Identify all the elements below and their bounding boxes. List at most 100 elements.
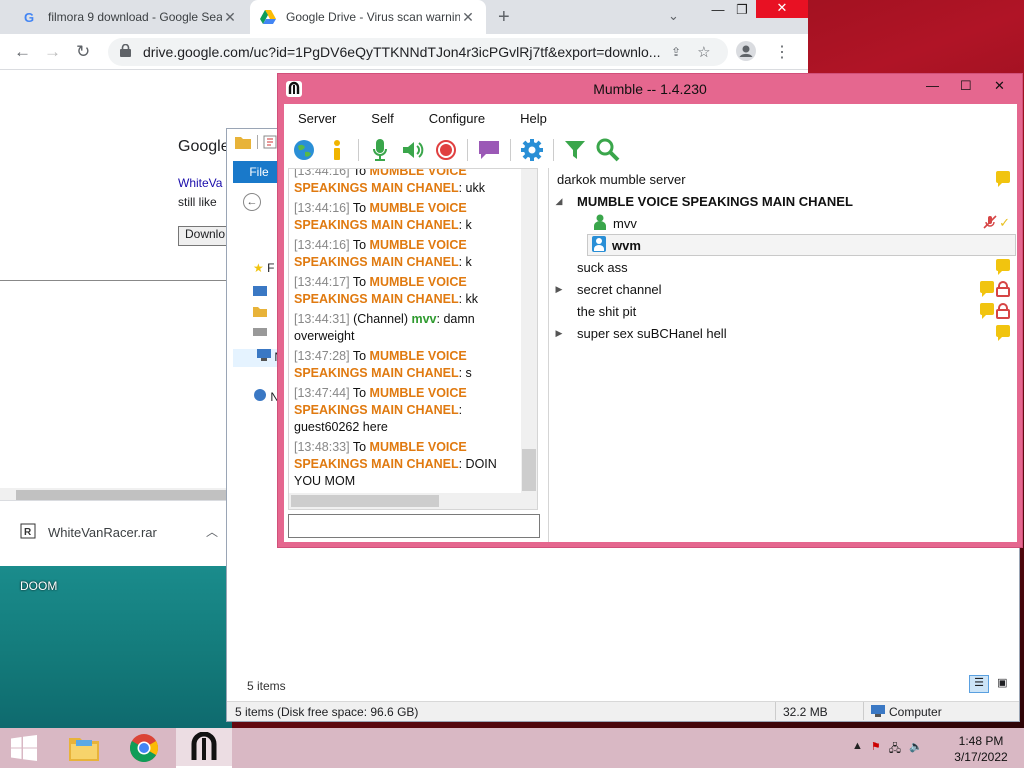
details-view-icon[interactable]: ☰	[969, 675, 989, 693]
maximize-icon[interactable]: ☐	[960, 78, 972, 94]
user-avatar-icon	[592, 235, 606, 255]
drive-icon	[253, 326, 267, 340]
items-count: 5 items	[247, 679, 286, 693]
lock-icon[interactable]	[120, 43, 131, 60]
tab-google-drive[interactable]: Google Drive - Virus scan warnin ✕	[250, 0, 486, 34]
close-tab-icon[interactable]: ✕	[222, 9, 238, 26]
search-icon[interactable]	[596, 138, 620, 162]
chat-input[interactable]	[288, 514, 540, 538]
menu-self[interactable]: Self	[365, 111, 399, 126]
maximize-icon[interactable]: ❐	[724, 2, 760, 22]
mumble-window: Mumble -- 1.4.230 — ☐ ✕ Server Self Conf…	[277, 73, 1023, 548]
forward-icon[interactable]: →	[44, 42, 61, 62]
desktop-icon-doom-label[interactable]: DOOM	[20, 579, 57, 593]
tab-filmora[interactable]: G filmora 9 download - Google Sea ✕	[12, 0, 248, 34]
network-icon[interactable]: 🖧	[889, 740, 901, 759]
server-root[interactable]: darkok mumble server	[549, 168, 1014, 190]
globe-icon[interactable]	[292, 138, 316, 162]
speaker-icon[interactable]	[401, 138, 425, 162]
message-text: : k	[458, 255, 472, 269]
folder-icon	[235, 135, 251, 152]
taskbar: ▲ ⚑ 🖧 🔈 1:48 PM 3/17/2022	[0, 728, 1024, 768]
action-center-flag-icon[interactable]: ⚑	[871, 740, 881, 759]
bookmark-star-icon[interactable]: ☆	[697, 43, 710, 61]
download-shelf: R WhiteVanRacer.rar ︿	[0, 500, 232, 566]
comment-icon[interactable]	[477, 138, 501, 162]
chevron-down-icon[interactable]: ⌄	[668, 8, 679, 24]
message-timestamp: [13:48:33]	[294, 440, 350, 454]
message-prefix: To	[352, 275, 367, 289]
comment-icon[interactable]	[980, 281, 994, 297]
volume-icon[interactable]: 🔈	[909, 740, 923, 759]
chrome-icon[interactable]	[116, 728, 172, 768]
nav-label: F	[267, 261, 275, 275]
message-timestamp: [13:44:16]	[294, 201, 350, 215]
comment-icon[interactable]	[996, 325, 1010, 341]
new-tab-icon[interactable]: +	[498, 6, 510, 29]
message-prefix: To	[352, 201, 367, 215]
disk-free-status: 5 items (Disk free space: 96.6 GB)	[235, 705, 419, 719]
scrollbar-thumb[interactable]	[16, 490, 226, 500]
menu-server[interactable]: Server	[292, 111, 342, 126]
location-label: Computer	[889, 705, 942, 719]
comment-icon[interactable]	[980, 303, 994, 319]
scrollbar-thumb[interactable]	[522, 449, 536, 491]
minimize-icon[interactable]: —	[926, 78, 939, 93]
profile-avatar-icon[interactable]	[736, 41, 756, 64]
user-mvv[interactable]: mvv ✓	[549, 212, 1014, 234]
properties-icon[interactable]	[263, 135, 277, 152]
menu-configure[interactable]: Configure	[423, 111, 491, 126]
close-icon[interactable]: ✕	[994, 78, 1005, 94]
comment-icon[interactable]	[996, 171, 1010, 187]
close-tab-icon[interactable]: ✕	[460, 9, 476, 26]
page-link[interactable]: WhiteVa	[178, 176, 222, 190]
chat-message: [13:44:16] To MUMBLE VOICE SPEAKINGS MAI…	[294, 168, 519, 197]
horizontal-scrollbar[interactable]	[289, 493, 523, 509]
channel-secret[interactable]: ▶ secret channel	[549, 278, 1014, 300]
reload-icon[interactable]: ↻	[76, 42, 90, 62]
collapsed-arrow-icon[interactable]: ▶	[553, 284, 565, 295]
message-user-link[interactable]: mvv	[411, 312, 436, 326]
back-icon[interactable]: ←	[243, 193, 261, 211]
download-item[interactable]: R WhiteVanRacer.rar	[20, 523, 157, 542]
settings-gear-icon[interactable]	[520, 138, 544, 162]
message-timestamp: [13:44:16]	[294, 238, 350, 252]
record-icon[interactable]	[434, 138, 458, 162]
back-icon[interactable]: ←	[14, 42, 31, 62]
chat-log[interactable]: [13:44:16] To MUMBLE VOICE SPEAKINGS MAI…	[288, 168, 538, 510]
vertical-scrollbar[interactable]	[521, 169, 537, 509]
collapsed-arrow-icon[interactable]: ▶	[553, 328, 565, 339]
share-icon[interactable]: ⇪	[671, 45, 681, 59]
chevron-up-icon[interactable]: ︿	[206, 523, 218, 540]
desktop-folder-icon	[253, 285, 267, 299]
page-text: still like	[178, 195, 217, 209]
close-icon[interactable]: ✕	[756, 0, 808, 18]
large-icons-view-icon[interactable]: ▣	[992, 676, 1012, 694]
tab-title: Google Drive - Virus scan warnin	[286, 10, 460, 24]
channel-main[interactable]: ◢ MUMBLE VOICE SPEAKINGS MAIN CHANEL	[549, 190, 1014, 212]
filter-icon[interactable]	[563, 138, 587, 162]
file-explorer-icon[interactable]	[56, 728, 112, 768]
info-icon[interactable]	[325, 138, 349, 162]
menu-help[interactable]: Help	[514, 111, 553, 126]
windows-start-icon[interactable]	[0, 728, 48, 768]
divider	[257, 135, 258, 149]
address-bar[interactable]: drive.google.com/uc?id=1PgDV6eQyTTKNNdTJ…	[108, 38, 728, 66]
channel-shit-pit[interactable]: the shit pit	[549, 300, 1014, 322]
comment-icon[interactable]	[996, 259, 1010, 275]
clock[interactable]: 1:48 PM 3/17/2022	[948, 733, 1014, 765]
scrollbar-thumb[interactable]	[291, 495, 439, 507]
user-wvm[interactable]: wvm	[587, 234, 1016, 256]
user-name: mvv	[613, 215, 637, 231]
channel-super-sex[interactable]: ▶ super sex suBCHanel hell	[549, 322, 1014, 344]
channel-suck-ass[interactable]: suck ass	[549, 256, 1014, 278]
mumble-toolbar	[284, 134, 1017, 166]
clock-time: 1:48 PM	[958, 734, 1004, 748]
mumble-taskbar-icon[interactable]	[176, 728, 232, 768]
microphone-icon[interactable]	[368, 138, 392, 162]
expanded-arrow-icon[interactable]: ◢	[553, 196, 565, 207]
svg-text:R: R	[24, 527, 32, 538]
show-hidden-icons-icon[interactable]: ▲	[852, 740, 863, 759]
kebab-menu-icon[interactable]: ⋮	[774, 42, 790, 62]
message-prefix: To	[352, 168, 367, 178]
